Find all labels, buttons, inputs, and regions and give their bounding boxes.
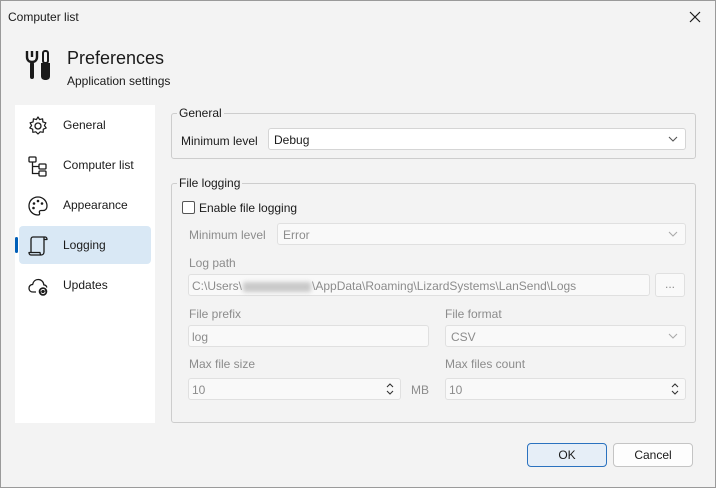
title-bar: Computer list: [1, 1, 715, 33]
file-format-value: CSV: [451, 330, 476, 344]
file-min-level-value: Error: [283, 228, 310, 242]
max-files-count-label: Max files count: [445, 357, 526, 371]
minimum-level-value: Debug: [274, 133, 310, 147]
sidebar: General Computer list Appearance Logging…: [15, 105, 155, 423]
max-file-size-value: 10: [192, 383, 206, 397]
sidebar-item-label: Updates: [63, 278, 108, 292]
cloud-sync-icon: [28, 278, 48, 296]
max-file-size-unit: MB: [411, 383, 429, 397]
minimum-level-label: Minimum level: [181, 134, 258, 148]
sidebar-item-label: General: [63, 118, 106, 132]
log-path-label: Log path: [189, 256, 236, 270]
ok-button[interactable]: OK: [527, 443, 607, 467]
browse-log-path-button[interactable]: ...: [655, 273, 685, 297]
sidebar-item-updates[interactable]: Updates: [19, 266, 151, 304]
sidebar-item-general[interactable]: General: [19, 106, 151, 144]
file-min-level-select[interactable]: Error: [277, 223, 686, 245]
close-icon: [689, 11, 701, 23]
page-title: Preferences: [67, 48, 165, 68]
cancel-button[interactable]: Cancel: [613, 443, 693, 467]
chevron-down-icon: [668, 136, 678, 142]
sidebar-item-logging[interactable]: Logging: [15, 226, 151, 264]
sidebar-item-label: Appearance: [63, 198, 128, 212]
enable-file-logging-checkbox[interactable]: [182, 201, 195, 214]
general-group: General Minimum level Debug: [171, 106, 696, 159]
redacted-username: [243, 281, 312, 292]
sidebar-item-label: Logging: [63, 238, 106, 252]
max-file-size-stepper[interactable]: 10: [188, 378, 401, 400]
sidebar-item-computer-list[interactable]: Computer list: [19, 146, 151, 184]
gear-icon: [29, 116, 47, 135]
selected-indicator: [15, 237, 18, 253]
file-format-label: File format: [445, 307, 502, 321]
file-logging-group: File logging Enable file logging Minimum…: [171, 176, 696, 423]
max-files-count-stepper[interactable]: 10: [445, 378, 686, 400]
chevron-down-icon: [668, 231, 678, 237]
tree-icon: [28, 156, 47, 177]
sidebar-item-appearance[interactable]: Appearance: [19, 186, 151, 224]
scroll-icon: [28, 236, 48, 256]
file-min-level-label: Minimum level: [189, 228, 266, 242]
preferences-dialog: Computer list Preferences Application se…: [0, 0, 716, 488]
file-prefix-label: File prefix: [189, 307, 242, 321]
file-prefix-input[interactable]: log: [188, 325, 429, 347]
page-subtitle: Application settings: [67, 74, 171, 88]
sidebar-item-label: Computer list: [63, 158, 134, 172]
palette-icon: [28, 196, 48, 216]
tools-icon: [25, 50, 50, 80]
general-group-title: General: [177, 106, 224, 120]
window-title: Computer list: [8, 10, 79, 24]
enable-file-logging-label[interactable]: Enable file logging: [199, 201, 297, 215]
spin-arrows-icon[interactable]: [386, 381, 394, 397]
log-path-input[interactable]: C:\Users\ \AppData\Roaming\LizardSystems\…: [188, 274, 650, 296]
max-files-count-value: 10: [449, 383, 463, 397]
max-file-size-label: Max file size: [189, 357, 256, 371]
log-path-text: C:\Users\ \AppData\Roaming\LizardSystems\…: [192, 279, 576, 293]
spin-arrows-icon[interactable]: [671, 381, 679, 397]
file-format-select[interactable]: CSV: [445, 325, 686, 347]
close-button[interactable]: [685, 7, 705, 27]
file-prefix-value: log: [192, 330, 209, 344]
log-path-prefix: C:\Users\: [192, 279, 243, 293]
file-logging-group-title: File logging: [177, 176, 243, 190]
chevron-down-icon: [668, 333, 678, 339]
log-path-suffix: \AppData\Roaming\LizardSystems\LanSend\L…: [312, 279, 577, 293]
minimum-level-select[interactable]: Debug: [268, 128, 686, 150]
